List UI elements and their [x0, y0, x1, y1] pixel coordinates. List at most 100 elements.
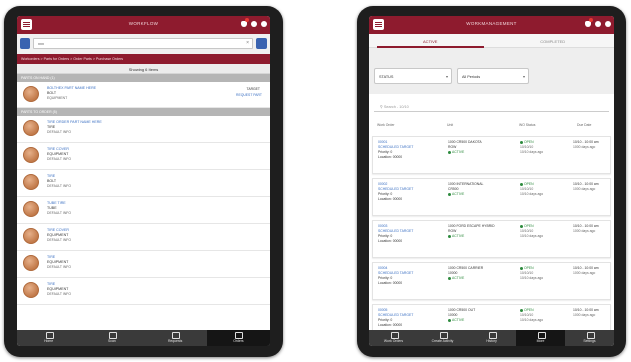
status-text: ACTIVE [452, 234, 465, 238]
nav-history[interactable]: History [467, 330, 516, 346]
list-item[interactable]: TIRE BOLT DEFAULT INFO [17, 170, 270, 197]
work-order-search-input[interactable]: ⚲ Search - 10/10 [374, 98, 609, 112]
tab-completed[interactable]: COMPLETED [492, 34, 615, 47]
header-icons [585, 18, 611, 27]
nav-work-orders[interactable]: Work Orders [369, 330, 418, 346]
item-detail: DEFAULT INFO [47, 265, 71, 269]
list-item[interactable]: BOLTHEX PART NAME HERE BOLT EQUIPMENT TA… [17, 82, 270, 108]
nav-settings[interactable]: Settings [565, 330, 614, 346]
period-filter-select[interactable]: All Periods ▾ [457, 68, 529, 84]
user-icon[interactable] [605, 21, 611, 27]
wo-location: Location: 00000 [378, 281, 403, 285]
wo-status-age: 10/10 days ago [520, 192, 544, 196]
list-item[interactable]: TUBE TIRE TUBE DEFAULT INFO [17, 197, 270, 224]
wo-status-text: OPEN [524, 308, 534, 312]
list-item[interactable]: TIRE COVER EQUIPMENT DEFAULT INFO [17, 224, 270, 251]
group-header-to-order: PARTS TO ORDER (5) [17, 108, 270, 116]
item-detail: DEFAULT INFO [47, 184, 71, 188]
left-screen: WORKFLOW xxx × Workorders > Parts for Or… [17, 16, 270, 346]
item-title: TIRE [47, 174, 56, 178]
status-dot-icon [520, 266, 523, 270]
item-subtitle: TIRE [47, 125, 56, 129]
wo-status-age: 10/10 days ago [520, 234, 544, 238]
wo-active-status: ACTIVE [448, 150, 464, 155]
part-avatar [23, 174, 39, 190]
status-text: ACTIVE [452, 150, 465, 154]
wo-location: Location: 00000 [378, 155, 403, 159]
wo-status-age: 10/10 days ago [520, 276, 544, 280]
search-input[interactable]: xxx × [33, 38, 253, 49]
search-placeholder: Search - 10/10 [383, 105, 409, 109]
part-avatar [23, 255, 39, 271]
wo-due-age: 1000 days ago [573, 313, 596, 317]
wo-location: Location: 00000 [378, 239, 403, 243]
item-detail: DEFAULT INFO [47, 211, 71, 215]
breadcrumb[interactable]: Workorders > Parts for Orders > Order Pa… [17, 54, 270, 64]
item-detail: DEFAULT INFO [47, 157, 71, 161]
item-subtitle: EQUIPMENT [47, 287, 69, 291]
wo-active-status: ACTIVE [448, 276, 464, 281]
column-header-unit[interactable]: Unit [447, 123, 453, 127]
item-title: TIRE COVER [47, 228, 69, 232]
user-icon[interactable] [261, 21, 267, 27]
item-title: TUBE TIRE [47, 201, 66, 205]
group-header-on-hand: PARTS ON HAND (1) [17, 74, 270, 82]
menu-icon[interactable] [21, 19, 32, 30]
bottom-nav: Home Scan Requests Orders [17, 330, 270, 346]
work-order-card[interactable]: 00001 SCHEDULED TARGET Priority: 0 Locat… [372, 136, 611, 174]
item-detail: DEFAULT INFO [47, 238, 71, 242]
item-subtitle: BOLT [47, 179, 57, 183]
status-filter-select[interactable]: STATUS ▾ [374, 68, 452, 84]
item-detail: DEFAULT INFO [47, 130, 71, 134]
status-dot-icon [520, 182, 523, 186]
nav-orders[interactable]: Orders [206, 330, 270, 346]
wo-location: Location: 00000 [378, 197, 403, 201]
info-icon[interactable] [595, 21, 601, 27]
item-target: TARGET [246, 87, 261, 91]
work-order-card[interactable]: 00004 SCHEDULED TARGET Priority: 0 Locat… [372, 262, 611, 300]
part-avatar [23, 228, 39, 244]
request-part-link[interactable]: REQUEST PART [236, 93, 262, 97]
nav-requests[interactable]: Requests [144, 330, 207, 346]
wo-status-text: OPEN [524, 182, 534, 186]
status-dot-icon [520, 224, 523, 228]
notification-bell-icon[interactable] [585, 18, 593, 27]
notification-bell-icon[interactable] [241, 18, 249, 27]
app-header: WORKMANAGEMENT [369, 16, 614, 34]
info-icon[interactable] [251, 21, 257, 27]
list-item[interactable]: TIRE EQUIPMENT DEFAULT INFO [17, 251, 270, 278]
wo-due-age: 1000 days ago [573, 187, 596, 191]
work-order-card[interactable]: 00002 SCHEDULED TARGET Priority: 0 Locat… [372, 178, 611, 216]
item-title: TIRE [47, 255, 56, 259]
chevron-down-icon: ▾ [522, 74, 525, 79]
nav-more[interactable]: More [516, 330, 565, 346]
nav-scan[interactable]: Scan [80, 330, 143, 346]
header-icons [241, 18, 267, 27]
list-item[interactable]: TIRE ORDER PART NAME HERE TIRE DEFAULT I… [17, 116, 270, 143]
search-button[interactable] [256, 38, 267, 49]
tablet-left: WORKFLOW xxx × Workorders > Parts for Or… [4, 6, 283, 357]
column-header-due-date[interactable]: Due Date [577, 123, 591, 127]
item-subtitle: EQUIPMENT [47, 152, 69, 156]
wo-status-text: OPEN [524, 224, 534, 228]
clear-icon[interactable]: × [246, 40, 249, 46]
part-avatar [23, 147, 39, 163]
status-dot-icon [448, 318, 451, 322]
list-item[interactable]: TIRE COVER EQUIPMENT DEFAULT INFO [17, 143, 270, 170]
barcode-scan-button[interactable] [20, 38, 30, 49]
item-title: TIRE ORDER PART NAME HERE [47, 120, 102, 124]
part-avatar [23, 282, 39, 298]
column-header-wo-status[interactable]: WO Status [519, 123, 535, 127]
header-title: WORKFLOW [128, 21, 159, 26]
tab-active[interactable]: ACTIVE [369, 34, 492, 48]
status-dot-icon [448, 192, 451, 196]
wo-active-status: ACTIVE [448, 318, 464, 323]
nav-create-activity[interactable]: Create Activity [418, 330, 467, 346]
column-header-work-order[interactable]: Work Order [377, 123, 394, 127]
menu-icon[interactable] [373, 19, 384, 30]
list-item[interactable]: TIRE EQUIPMENT DEFAULT INFO [17, 278, 270, 305]
work-order-card[interactable]: 00003 SCHEDULED TARGET Priority: 0 Locat… [372, 220, 611, 258]
nav-home[interactable]: Home [17, 330, 80, 346]
wo-due-age: 1000 days ago [573, 271, 596, 275]
status-dot-icon [448, 150, 451, 154]
